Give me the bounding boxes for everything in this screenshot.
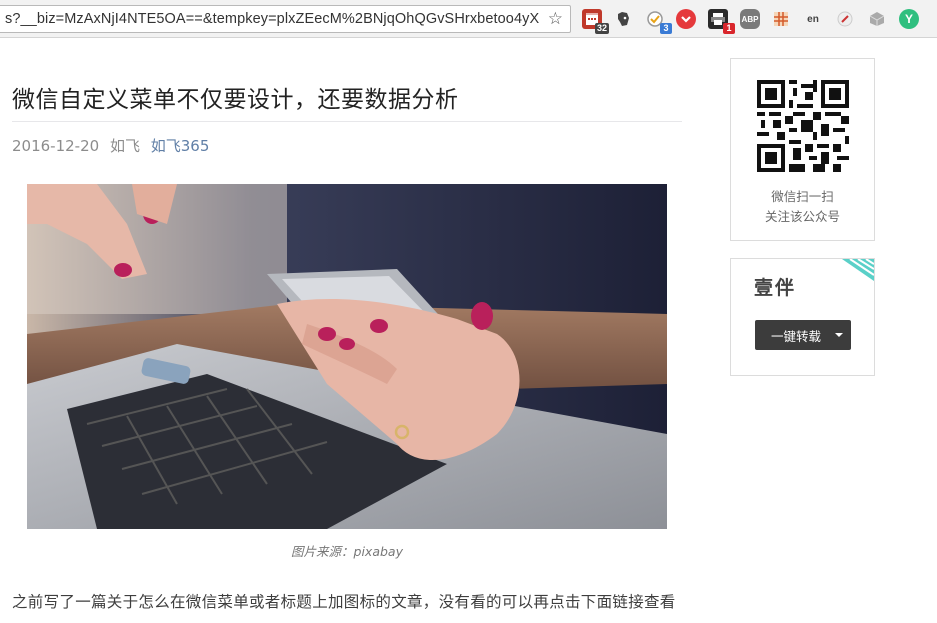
grid-extension-icon[interactable] — [771, 9, 791, 29]
title-divider — [12, 121, 682, 122]
pen-extension-icon[interactable] — [835, 9, 855, 29]
address-bar-url[interactable]: s?__biz=MzAxNjI4NTE5OA==&tempkey=plxZEec… — [5, 11, 543, 29]
account-link[interactable]: 如飞365 — [151, 137, 210, 155]
qr-code-image — [757, 80, 849, 172]
address-bar[interactable]: s?__biz=MzAxNjI4NTE5OA==&tempkey=plxZEec… — [0, 5, 571, 33]
publish-date: 2016-12-20 — [12, 137, 100, 155]
cube-extension-icon[interactable] — [867, 9, 887, 29]
translate-extension-icon[interactable]: en — [803, 9, 823, 29]
qr-caption-line1: 微信扫一扫 — [771, 189, 834, 204]
calendar-badge: 32 — [594, 23, 609, 34]
yiban-logo: 壹伴 — [754, 277, 797, 299]
browser-toolbar: s?__biz=MzAxNjI4NTE5OA==&tempkey=plxZEec… — [0, 0, 937, 38]
repost-button-label: 一键转载 — [771, 328, 822, 344]
article-paragraph: 之前写了一篇关于怎么在微信菜单或者标题上加图标的文章，没有看的可以再点击下面链接… — [12, 593, 676, 611]
qr-caption-line2: 关注该公众号 — [764, 209, 840, 224]
translate-label: en — [807, 13, 819, 25]
article-photo — [27, 184, 667, 529]
one-click-repost-button[interactable]: 一键转载 — [755, 320, 851, 350]
evernote-extension-icon[interactable] — [613, 9, 633, 29]
tasks-extension-icon[interactable]: 3 — [645, 9, 672, 34]
printer-badge: 1 — [723, 23, 735, 34]
adblock-plus-extension-icon[interactable]: ABP — [740, 9, 760, 29]
qr-card: 微信扫一扫 关注该公众号 — [730, 58, 875, 241]
vue-extension-icon[interactable]: Y — [899, 9, 919, 29]
pocket-extension-icon[interactable] — [676, 9, 696, 29]
printer-extension-icon[interactable]: 1 — [708, 9, 735, 34]
author-name: 如飞 — [109, 137, 140, 155]
article-title: 微信自定义菜单不仅要设计，还要数据分析 — [12, 87, 459, 113]
calendar-extension-icon[interactable]: 32 — [582, 9, 609, 34]
photo-caption: 图片来源：pixabay — [291, 544, 403, 559]
chevron-down-icon[interactable] — [835, 333, 843, 337]
bookmark-star-icon[interactable]: ☆ — [548, 9, 563, 29]
article-meta: 2016-12-20 如飞 如飞365 — [12, 135, 215, 156]
yiban-share-card: 壹伴 一键转载 — [730, 258, 875, 376]
corner-stripe-icon — [842, 259, 874, 281]
tasks-badge: 3 — [660, 23, 672, 34]
